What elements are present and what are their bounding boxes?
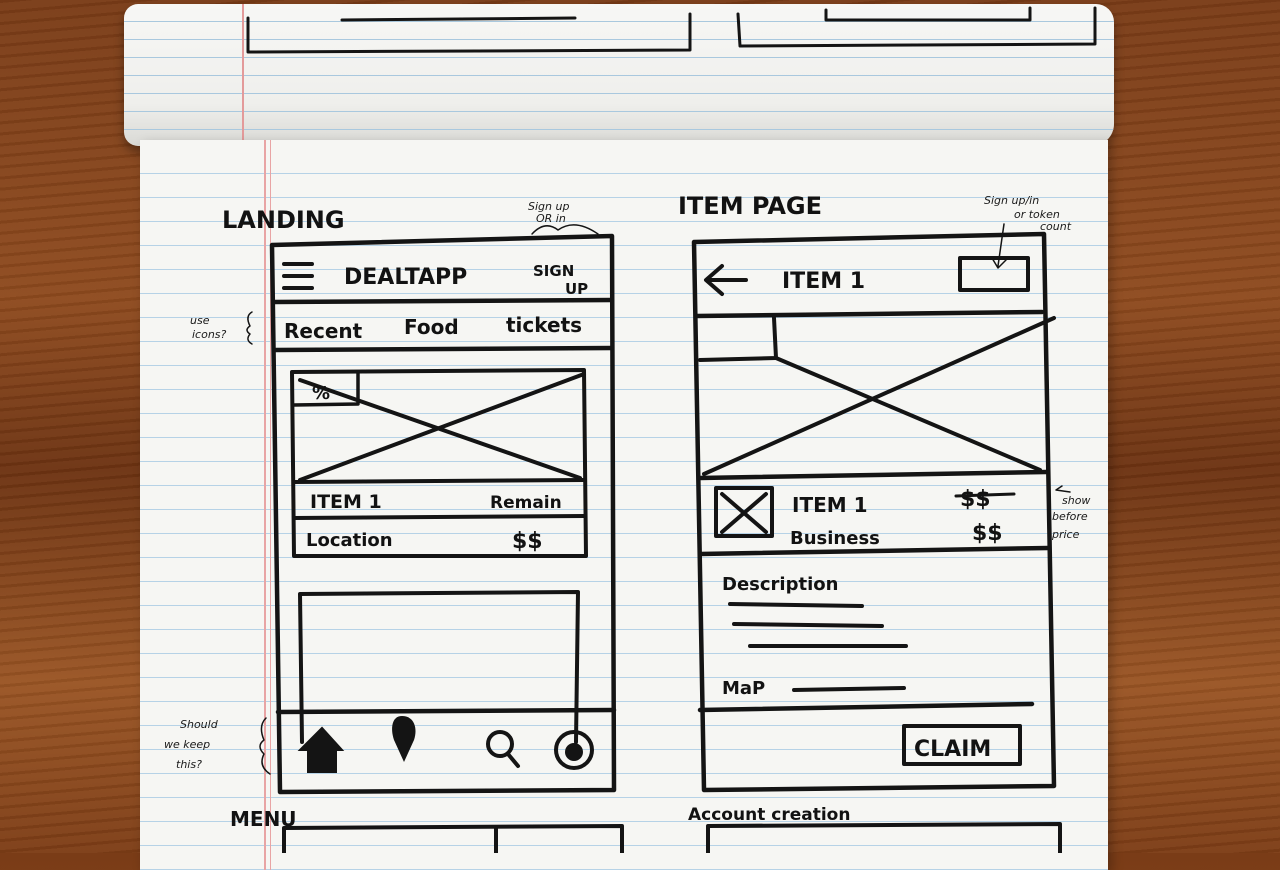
item-hero-image — [698, 316, 1056, 476]
item-page-title: ITEM PAGE — [678, 192, 822, 220]
item-signup-note-3: count — [1040, 220, 1072, 233]
description-label: Description — [722, 574, 838, 595]
profile-icon[interactable] — [554, 730, 594, 770]
landing-signup-button-line2[interactable]: UP — [565, 280, 588, 298]
landing-signup-note-2: OR in — [536, 212, 566, 225]
back-arrow-icon[interactable] — [704, 264, 748, 296]
item-old-price: $$ — [960, 487, 991, 512]
landing-signup-brace — [531, 224, 599, 235]
card-remain: Remain — [490, 493, 562, 513]
card-price: $$ — [512, 529, 543, 554]
item-business: Business — [790, 528, 880, 549]
tab-tickets[interactable]: tickets — [506, 313, 582, 337]
item-signup-arrow — [991, 223, 1007, 269]
wireframe-sketch: LANDING Sign up OR in DEALTAPP SIGN UP u… — [164, 6, 1097, 853]
menu-frame — [282, 824, 624, 853]
pin-icon[interactable] — [392, 716, 416, 762]
bottom-note-brace — [259, 717, 271, 775]
business-logo-placeholder — [714, 486, 774, 538]
account-frame — [706, 822, 1062, 853]
item-signup-note-1: Sign up/in — [984, 194, 1039, 207]
discount-badge-label: % — [312, 383, 330, 404]
map-label: MaP — [722, 678, 765, 699]
price-note-3: price — [1051, 528, 1080, 541]
tab-food[interactable]: Food — [404, 315, 459, 339]
bottom-note-1: Should — [180, 718, 219, 731]
price-note-2: before — [1052, 510, 1088, 523]
item-name: ITEM 1 — [792, 493, 868, 517]
map-line — [792, 686, 906, 692]
tab-recent[interactable]: Recent — [284, 319, 363, 343]
price-note-1: show — [1062, 494, 1090, 507]
account-creation-title: Account creation — [688, 805, 850, 825]
hamburger-icon[interactable] — [282, 262, 314, 290]
claim-button-label[interactable]: CLAIM — [914, 737, 991, 762]
price-note-arrow — [1055, 485, 1071, 493]
description-text-lines — [728, 602, 908, 648]
card-location: Location — [306, 530, 393, 551]
tabs-note-2: icons? — [192, 328, 227, 341]
search-icon[interactable] — [486, 730, 520, 768]
item-header-title: ITEM 1 — [782, 269, 865, 294]
tabs-note-1: use — [190, 314, 210, 327]
card-item-name: ITEM 1 — [310, 491, 382, 513]
landing-app-name: DEALTAPP — [344, 265, 467, 290]
bottom-note-2: we keep — [164, 738, 210, 751]
item-price: $$ — [972, 521, 1003, 546]
bottom-note-3: this? — [176, 758, 202, 771]
token-count-box[interactable] — [958, 256, 1030, 292]
old-price-strikethrough — [954, 492, 1016, 498]
top-sheet-sketch-marks — [246, 6, 1097, 54]
landing-title: LANDING — [222, 206, 345, 234]
landing-signup-button-line1[interactable]: SIGN — [533, 262, 574, 280]
tabs-note-brace — [246, 311, 253, 345]
next-deal-card[interactable] — [298, 590, 580, 744]
home-icon[interactable] — [297, 726, 345, 773]
